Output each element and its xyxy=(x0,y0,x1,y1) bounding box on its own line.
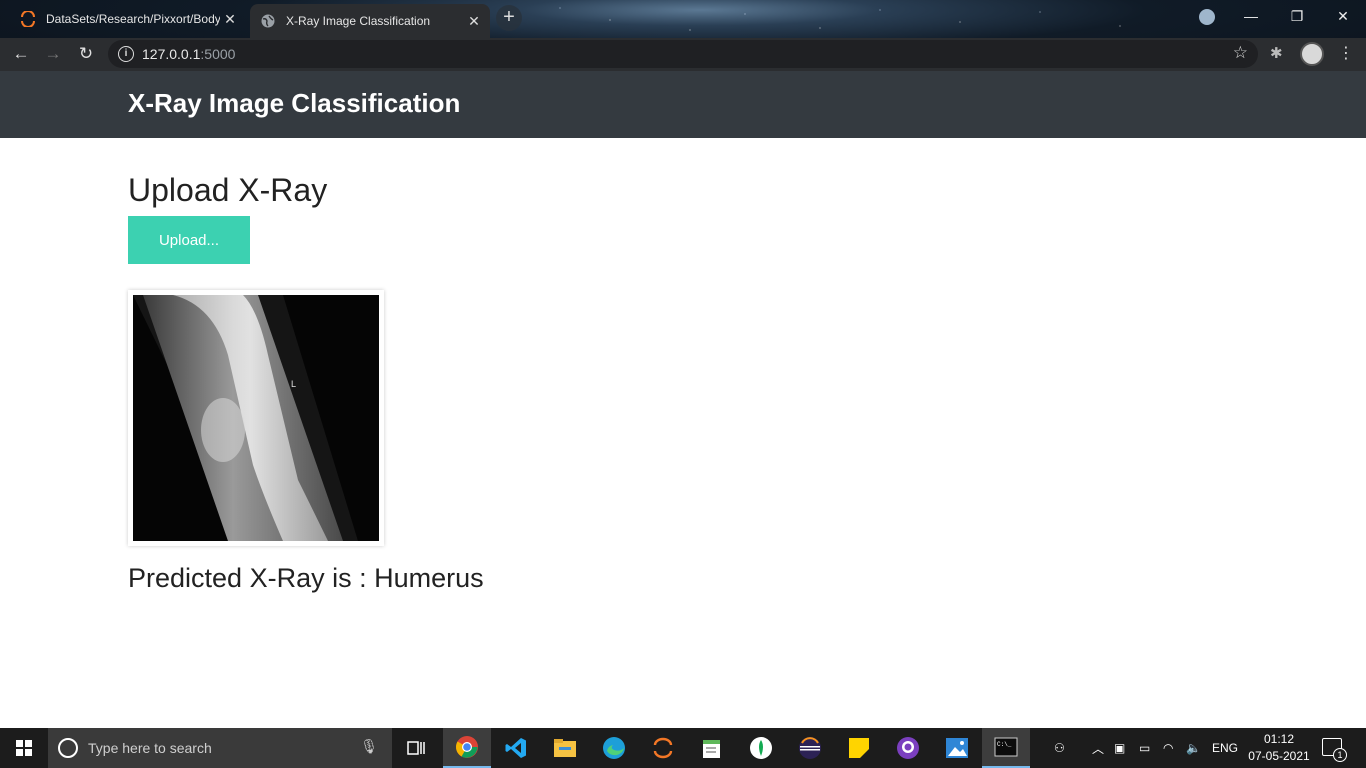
back-arrow-icon[interactable]: ← xyxy=(10,43,32,65)
sticky-notes-icon[interactable] xyxy=(835,728,883,768)
prediction-result: Predicted X-Ray is : Humerus xyxy=(128,563,484,593)
taskbar-search[interactable]: Type here to search 🎙 xyxy=(48,728,392,768)
kebab-menu-icon[interactable]: ⋮ xyxy=(1338,43,1354,63)
upload-button[interactable]: Upload... xyxy=(128,216,250,264)
close-window-icon[interactable]: ✕ xyxy=(1320,4,1366,28)
tab-search-icon[interactable] xyxy=(1199,9,1215,25)
language-indicator[interactable]: ENG xyxy=(1212,728,1238,768)
new-tab-button[interactable]: + xyxy=(496,5,522,31)
search-placeholder: Type here to search xyxy=(88,740,212,756)
edge-icon[interactable] xyxy=(590,728,638,768)
humerus-xray-drawing: L xyxy=(133,295,358,541)
browser-chrome: DataSets/Research/Pixxort/Body ✕ X-Ray I… xyxy=(0,0,1366,71)
app-brand[interactable]: X-Ray Image Classification xyxy=(128,88,460,119)
mongodb-icon[interactable] xyxy=(737,728,785,768)
jupyter-icon[interactable] xyxy=(639,728,687,768)
wifi-icon[interactable]: ◠ xyxy=(1163,728,1173,768)
forward-arrow-icon[interactable]: → xyxy=(42,43,64,65)
svg-text:L: L xyxy=(291,379,296,389)
close-tab-icon[interactable]: ✕ xyxy=(220,11,240,28)
github-desktop-icon[interactable] xyxy=(884,728,932,768)
antivirus-icon[interactable]: ▣ xyxy=(1114,728,1125,768)
battery-icon[interactable]: ▭ xyxy=(1139,728,1150,768)
photos-icon[interactable] xyxy=(933,728,981,768)
volume-icon[interactable]: 🔈 xyxy=(1186,728,1201,768)
people-icon[interactable]: ⚇ xyxy=(1054,728,1065,768)
chrome-icon[interactable] xyxy=(443,728,491,768)
vscode-icon[interactable] xyxy=(492,728,540,768)
file-explorer-icon[interactable] xyxy=(541,728,589,768)
url-text[interactable]: 127.0.0.1:5000 xyxy=(142,46,235,62)
xray-image-frame: L xyxy=(128,290,384,546)
tab-datasets[interactable]: DataSets/Research/Pixxort/Body ✕ xyxy=(10,4,246,34)
clock-time: 01:12 xyxy=(1263,732,1295,746)
notification-count-badge: 1 xyxy=(1333,748,1347,762)
tab-xray-classification[interactable]: X-Ray Image Classification ✕ xyxy=(250,4,490,38)
profile-avatar[interactable] xyxy=(1300,42,1324,66)
minimize-icon[interactable]: — xyxy=(1228,4,1274,28)
clock-date: 07-05-2021 xyxy=(1248,749,1310,763)
app-navbar: X-Ray Image Classification xyxy=(0,71,1366,138)
extensions-puzzle-icon[interactable]: ✱ xyxy=(1270,44,1283,62)
restore-icon[interactable]: ❐ xyxy=(1274,4,1320,28)
windows-taskbar: Type here to search 🎙 C:\_ ⚇ ︿ ▣ ▭ ◠ 🔈 E… xyxy=(0,728,1366,768)
window-controls: — ❐ ✕ xyxy=(1228,4,1366,28)
notepad-icon[interactable] xyxy=(688,728,736,768)
xray-image: L xyxy=(133,295,379,541)
taskbar-clock[interactable]: 01:12 07-05-2021 xyxy=(1244,731,1314,765)
svg-text:C:\_: C:\_ xyxy=(997,741,1012,748)
eclipse-icon[interactable] xyxy=(786,728,834,768)
tab-title: DataSets/Research/Pixxort/Body xyxy=(46,12,220,26)
show-hidden-icons-chevron[interactable]: ︿ xyxy=(1092,728,1104,768)
address-bar[interactable]: i 127.0.0.1:5000 ☆ xyxy=(108,40,1258,68)
tab-title: X-Ray Image Classification xyxy=(286,14,431,28)
cortana-icon xyxy=(58,738,78,758)
reload-icon[interactable]: ↻ xyxy=(75,43,97,65)
task-view-icon[interactable] xyxy=(392,728,440,768)
browser-toolbar: ← → ↻ i 127.0.0.1:5000 ☆ ✱ ⋮ xyxy=(0,38,1366,71)
microphone-icon[interactable]: 🎙 xyxy=(360,738,378,755)
upload-heading: Upload X-Ray xyxy=(128,172,328,208)
close-tab-icon[interactable]: ✕ xyxy=(464,13,484,30)
jupyter-tab-icon xyxy=(21,11,35,27)
bookmark-star-icon[interactable]: ☆ xyxy=(1233,43,1248,63)
terminal-icon[interactable]: C:\_ xyxy=(982,728,1030,768)
globe-icon xyxy=(261,14,275,28)
windows-start-icon[interactable] xyxy=(0,728,48,768)
site-info-icon[interactable]: i xyxy=(118,46,134,62)
